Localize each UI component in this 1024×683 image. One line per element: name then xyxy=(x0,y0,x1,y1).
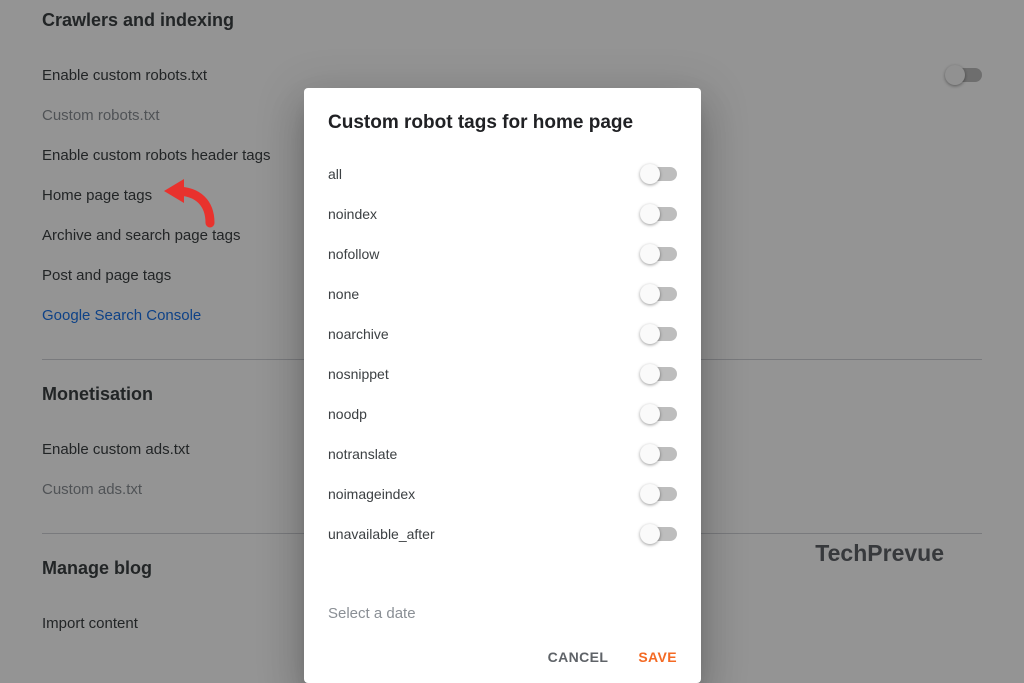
option-label: unavailable_after xyxy=(328,526,643,542)
option-none[interactable]: none xyxy=(328,274,677,314)
custom-robot-tags-dialog: Custom robot tags for home page all noin… xyxy=(304,88,701,683)
option-all[interactable]: all xyxy=(328,154,677,194)
option-label: nosnippet xyxy=(328,366,643,382)
option-noodp-toggle[interactable] xyxy=(643,407,677,421)
option-nosnippet-toggle[interactable] xyxy=(643,367,677,381)
dialog-title: Custom robot tags for home page xyxy=(328,112,677,134)
option-nofollow-toggle[interactable] xyxy=(643,247,677,261)
dialog-actions: CANCEL SAVE xyxy=(328,649,677,665)
annotation-arrow-icon xyxy=(162,173,222,233)
option-notranslate-toggle[interactable] xyxy=(643,447,677,461)
option-label: all xyxy=(328,166,643,182)
option-noimageindex[interactable]: noimageindex xyxy=(328,474,677,514)
option-label: noarchive xyxy=(328,326,643,342)
option-notranslate[interactable]: notranslate xyxy=(328,434,677,474)
option-noodp[interactable]: noodp xyxy=(328,394,677,434)
dialog-options-list: all noindex nofollow none noarchive nosn… xyxy=(328,154,677,579)
save-button[interactable]: SAVE xyxy=(638,649,677,665)
select-date-row[interactable]: Select a date xyxy=(328,593,677,633)
option-label: nofollow xyxy=(328,246,643,262)
cancel-button[interactable]: CANCEL xyxy=(548,649,609,665)
option-none-toggle[interactable] xyxy=(643,287,677,301)
option-nosnippet[interactable]: nosnippet xyxy=(328,354,677,394)
option-label: notranslate xyxy=(328,446,643,462)
option-noindex-toggle[interactable] xyxy=(643,207,677,221)
option-label: noodp xyxy=(328,406,643,422)
option-unavailable-after[interactable]: unavailable_after xyxy=(328,514,677,554)
option-label: noimageindex xyxy=(328,486,643,502)
option-noindex[interactable]: noindex xyxy=(328,194,677,234)
option-label: noindex xyxy=(328,206,643,222)
option-all-toggle[interactable] xyxy=(643,167,677,181)
option-noarchive[interactable]: noarchive xyxy=(328,314,677,354)
option-label: none xyxy=(328,286,643,302)
option-unavailable-after-toggle[interactable] xyxy=(643,527,677,541)
option-noarchive-toggle[interactable] xyxy=(643,327,677,341)
option-noimageindex-toggle[interactable] xyxy=(643,487,677,501)
select-date-label: Select a date xyxy=(328,605,416,622)
option-nofollow[interactable]: nofollow xyxy=(328,234,677,274)
